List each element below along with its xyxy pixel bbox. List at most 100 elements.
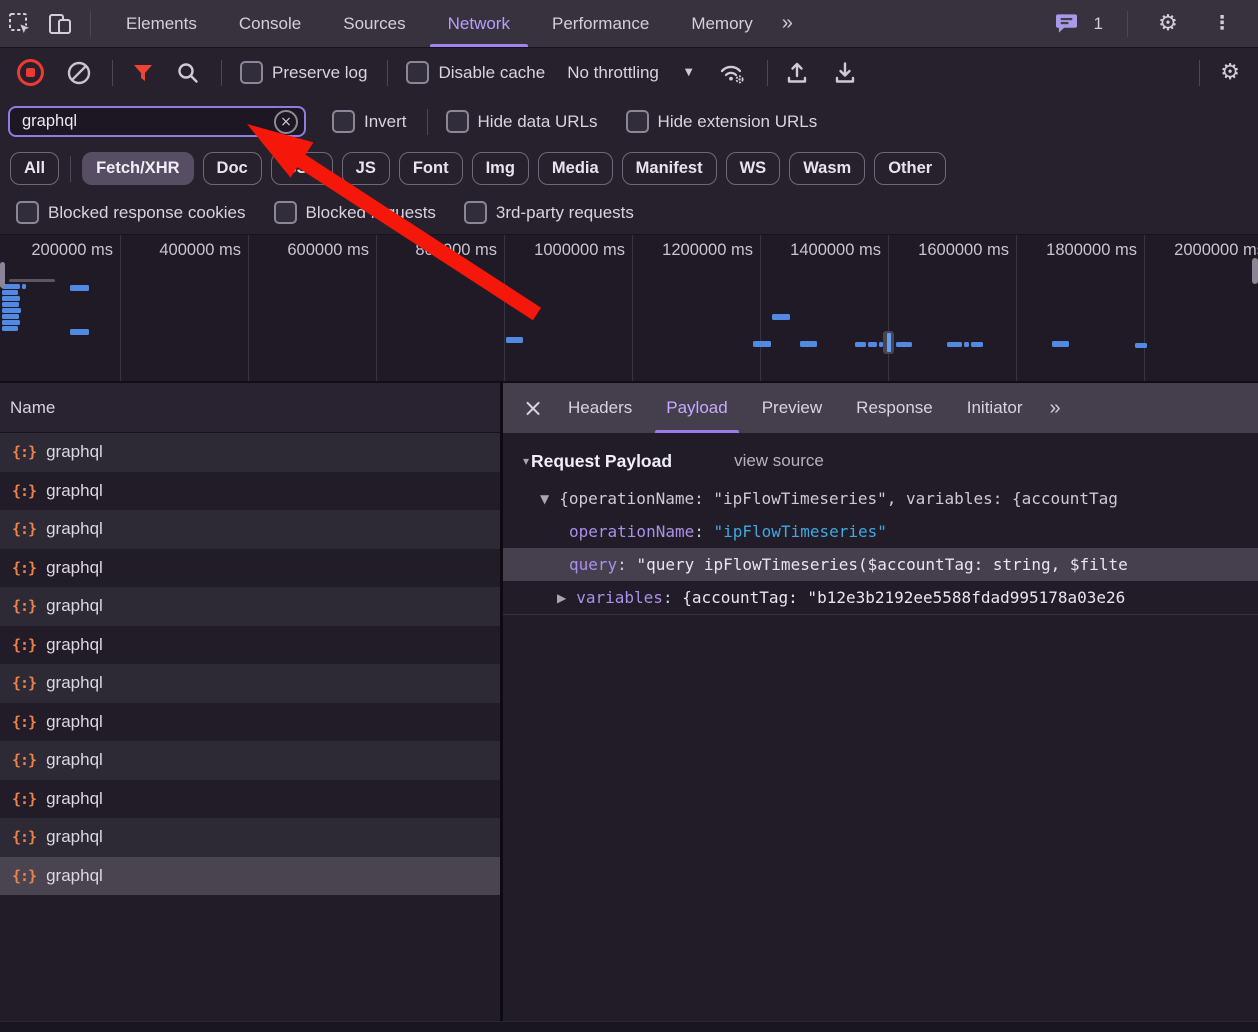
- filter-input[interactable]: [20, 111, 274, 132]
- chip-doc[interactable]: Doc: [203, 152, 262, 185]
- request-row[interactable]: {:}graphql: [0, 433, 500, 472]
- request-detail-panel: × HeadersPayloadPreviewResponseInitiator…: [503, 383, 1258, 1025]
- overview-request-mark: [9, 279, 55, 282]
- request-payload-section-header[interactable]: ▾ Request Payload view source: [503, 440, 1258, 482]
- throttling-dropdown[interactable]: No throttling ▼: [567, 63, 692, 83]
- divider: [767, 60, 768, 86]
- name-column-header[interactable]: Name: [0, 383, 500, 433]
- payload-prop-value: "ipFlowTimeseries": [714, 522, 887, 541]
- hide-data-urls-control: Hide data URLs: [446, 110, 598, 133]
- divider: [112, 60, 113, 86]
- payload-prop-variables[interactable]: ▶variables: {accountTag: "b12e3b2192ee55…: [503, 581, 1258, 614]
- overview-drag-handle[interactable]: [0, 262, 5, 288]
- chip-ws[interactable]: WS: [726, 152, 781, 185]
- payload-prop-colon: :: [617, 555, 636, 574]
- clear-network-log-button[interactable]: [66, 60, 92, 86]
- overview-request-mark: [772, 314, 790, 320]
- disable-cache-control: Disable cache: [406, 61, 545, 84]
- filter-funnel-icon[interactable]: [131, 61, 155, 85]
- issues-message-icon: [1047, 0, 1087, 47]
- request-row[interactable]: {:}graphql: [0, 664, 500, 703]
- chip-media[interactable]: Media: [538, 152, 613, 185]
- tab-memory[interactable]: Memory: [670, 0, 773, 47]
- request-row[interactable]: {:}graphql: [0, 510, 500, 549]
- inspect-element-icon[interactable]: [0, 0, 40, 47]
- customize-kebab-icon[interactable]: ⋮: [1202, 0, 1242, 47]
- overview-tick-label: 400000 ms: [101, 241, 241, 260]
- payload-prop-value: {accountTag: "b12e3b2192ee5588fdad995178…: [682, 588, 1125, 607]
- chip-img[interactable]: Img: [472, 152, 529, 185]
- request-row[interactable]: {:}graphql: [0, 549, 500, 588]
- chip-js[interactable]: JS: [342, 152, 390, 185]
- 3rd-party-requests-label: 3rd-party requests: [496, 203, 634, 223]
- tab-network[interactable]: Network: [427, 0, 531, 47]
- network-overview-timeline[interactable]: 200000 ms400000 ms600000 ms800000 ms1000…: [0, 235, 1258, 383]
- invert-label: Invert: [364, 112, 407, 132]
- request-row[interactable]: {:}graphql: [0, 472, 500, 511]
- tab-console[interactable]: Console: [218, 0, 322, 47]
- expand-triangle-icon[interactable]: ▶: [557, 591, 566, 605]
- blocked-requests-checkbox[interactable]: [274, 201, 297, 224]
- more-detail-tabs-icon[interactable]: »: [1049, 397, 1058, 420]
- disable-cache-label: Disable cache: [438, 63, 545, 83]
- hide-data-urls-checkbox[interactable]: [446, 110, 469, 133]
- view-source-link[interactable]: view source: [734, 451, 824, 471]
- detail-tab-headers[interactable]: Headers: [551, 383, 649, 433]
- detail-tab-initiator[interactable]: Initiator: [950, 383, 1040, 433]
- request-row[interactable]: {:}graphql: [0, 703, 500, 742]
- detail-tab-payload[interactable]: Payload: [649, 383, 744, 433]
- blocked-response-cookies-checkbox[interactable]: [16, 201, 39, 224]
- request-table: Name {:}graphql{:}graphql{:}graphql{:}gr…: [0, 383, 503, 1025]
- payload-properties: operationName: "ipFlowTimeseries"query: …: [503, 515, 1258, 614]
- device-toolbar-icon[interactable]: [40, 0, 80, 47]
- chip-all[interactable]: All: [10, 152, 59, 185]
- request-row[interactable]: {:}graphql: [0, 857, 500, 896]
- collapse-triangle-icon[interactable]: ▾: [523, 454, 529, 468]
- disable-cache-checkbox[interactable]: [406, 61, 429, 84]
- preserve-log-checkbox[interactable]: [240, 61, 263, 84]
- more-panels-icon[interactable]: »: [774, 12, 799, 35]
- overview-drag-handle[interactable]: [1252, 258, 1258, 284]
- chip-font[interactable]: Font: [399, 152, 463, 185]
- devtools-main-tabbar: ElementsConsoleSourcesNetworkPerformance…: [0, 0, 1258, 48]
- chip-other[interactable]: Other: [874, 152, 946, 185]
- payload-prop-query[interactable]: query: "query ipFlowTimeseries($accountT…: [503, 548, 1258, 581]
- clear-filter-icon[interactable]: ×: [274, 110, 298, 134]
- tab-elements[interactable]: Elements: [105, 0, 218, 47]
- request-row[interactable]: {:}graphql: [0, 626, 500, 665]
- request-name: graphql: [46, 827, 103, 847]
- settings-gear-icon[interactable]: ⚙: [1148, 0, 1188, 47]
- network-conditions-icon[interactable]: [717, 60, 747, 86]
- request-payload-title: Request Payload: [531, 451, 672, 472]
- issues-count: 1: [1094, 14, 1103, 34]
- json-braces-icon: {:}: [12, 636, 36, 654]
- search-icon[interactable]: [175, 60, 201, 86]
- request-row[interactable]: {:}graphql: [0, 780, 500, 819]
- network-settings-gear-icon[interactable]: ⚙: [1220, 62, 1240, 84]
- chip-css[interactable]: CSS: [271, 152, 333, 185]
- request-row[interactable]: {:}graphql: [0, 818, 500, 857]
- 3rd-party-requests-checkbox[interactable]: [464, 201, 487, 224]
- expand-triangle-icon[interactable]: ▼: [540, 492, 549, 506]
- overview-tick-label: 1400000 ms: [741, 241, 881, 260]
- tab-sources[interactable]: Sources: [322, 0, 426, 47]
- record-network-log-button[interactable]: [17, 59, 44, 86]
- hide-extension-urls-checkbox[interactable]: [626, 110, 649, 133]
- hide-extension-urls-label: Hide extension URLs: [658, 112, 818, 132]
- chip-manifest[interactable]: Manifest: [622, 152, 717, 185]
- payload-prop-operationname[interactable]: operationName: "ipFlowTimeseries": [503, 515, 1258, 548]
- detail-tab-preview[interactable]: Preview: [745, 383, 839, 433]
- export-har-icon[interactable]: [832, 60, 858, 86]
- request-row[interactable]: {:}graphql: [0, 587, 500, 626]
- close-icon[interactable]: ×: [515, 383, 551, 433]
- invert-checkbox[interactable]: [332, 110, 355, 133]
- chip-fetch-xhr[interactable]: Fetch/XHR: [82, 152, 193, 185]
- payload-preview-line[interactable]: ▼ {operationName: "ipFlowTimeseries", va…: [503, 482, 1258, 515]
- detail-tab-response[interactable]: Response: [839, 383, 950, 433]
- import-har-icon[interactable]: [784, 60, 810, 86]
- issues-button[interactable]: 1: [1047, 0, 1103, 47]
- chip-wasm[interactable]: Wasm: [789, 152, 865, 185]
- json-braces-icon: {:}: [12, 713, 36, 731]
- tab-performance[interactable]: Performance: [531, 0, 670, 47]
- request-row[interactable]: {:}graphql: [0, 741, 500, 780]
